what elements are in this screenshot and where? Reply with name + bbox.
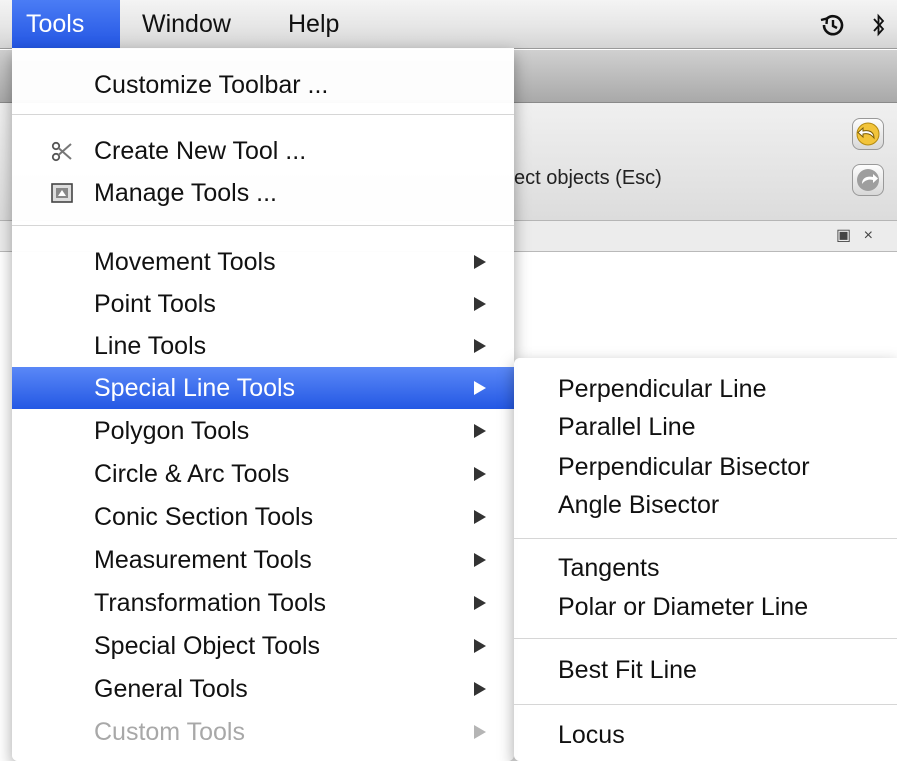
undo-button[interactable] [852,118,884,150]
submenu-item-label: Polar or Diameter Line [558,593,809,621]
menu-item-label: Movement Tools [94,248,276,276]
menu-item-measurement-tools[interactable]: Measurement Tools [12,539,514,581]
submenu-item-label: Tangents [558,554,660,582]
manage-tools-icon [51,183,73,203]
menu-item-label: Custom Tools [94,718,245,746]
menu-separator [514,638,897,639]
create-new-tool-item[interactable]: Create New Tool ... [12,130,514,172]
create-new-tool-label: Create New Tool ... [94,137,307,165]
submenu-item-best-fit-line[interactable]: Best Fit Line [514,649,897,691]
submenu-arrow-icon [474,255,486,269]
tools-menu: Customize Toolbar ... Create New Tool ..… [12,48,514,761]
scissors-wrench-icon [51,141,72,162]
menubar-window[interactable]: Window [142,0,231,48]
redo-button[interactable] [852,164,884,196]
menu-separator [514,538,897,539]
menubar-tools[interactable]: Tools [12,0,120,48]
submenu-item-parallel-line[interactable]: Parallel Line [514,406,897,448]
submenu-arrow-icon [474,682,486,696]
manage-tools-label: Manage Tools ... [94,179,277,207]
submenu-item-label: Angle Bisector [558,491,720,519]
menu-item-label: Special Line Tools [94,374,296,402]
submenu-item-label: Best Fit Line [558,656,697,684]
submenu-item-perpendicular-line[interactable]: Perpendicular Line [514,368,897,410]
time-machine-icon[interactable] [818,11,846,39]
menu-item-label: Polygon Tools [94,417,250,445]
submenu-item-angle-bisector[interactable]: Angle Bisector [514,484,897,526]
redo-icon [857,169,879,191]
submenu-arrow-icon [474,725,486,739]
menu-item-label: Measurement Tools [94,546,312,574]
customize-toolbar-label: Customize Toolbar ... [94,71,329,99]
submenu-item-perpendicular-bisector[interactable]: Perpendicular Bisector [514,446,897,488]
special-line-tools-submenu: Perpendicular Line Parallel Line Perpend… [514,358,897,761]
submenu-arrow-icon [474,596,486,610]
menu-item-transformation-tools[interactable]: Transformation Tools [12,582,514,624]
submenu-item-polar-diameter-line[interactable]: Polar or Diameter Line [514,586,897,628]
panel-controls: ▣ × [836,221,873,251]
submenu-item-locus[interactable]: Locus [514,714,897,756]
menu-item-label: Line Tools [94,332,207,360]
submenu-item-label: Locus [558,721,625,749]
menu-item-label: General Tools [94,675,248,703]
tool-description: ect objects (Esc) [514,167,662,189]
customize-toolbar-item[interactable]: Customize Toolbar ... [12,64,514,106]
restore-panel-icon[interactable]: ▣ [836,227,851,244]
close-panel-icon[interactable]: × [864,227,873,244]
menubar-help[interactable]: Help [288,0,339,48]
submenu-arrow-icon [474,467,486,481]
menu-separator [12,114,514,115]
submenu-item-label: Perpendicular Bisector [558,453,810,481]
menu-item-circle-arc-tools[interactable]: Circle & Arc Tools [12,453,514,495]
submenu-item-tangents[interactable]: Tangents [514,547,897,589]
submenu-arrow-icon [474,510,486,524]
menu-item-polygon-tools[interactable]: Polygon Tools [12,410,514,452]
menu-item-label: Transformation Tools [94,589,327,617]
submenu-arrow-icon [474,639,486,653]
menu-item-special-object-tools[interactable]: Special Object Tools [12,625,514,667]
menu-item-label: Special Object Tools [94,632,321,660]
menu-separator [12,225,514,226]
menu-item-general-tools[interactable]: General Tools [12,668,514,710]
menu-item-label: Circle & Arc Tools [94,460,290,488]
menu-item-special-line-tools[interactable]: Special Line Tools [12,367,514,409]
submenu-item-label: Perpendicular Line [558,375,767,403]
menu-separator [514,704,897,705]
menu-item-movement-tools[interactable]: Movement Tools [12,241,514,283]
submenu-arrow-icon [474,381,486,395]
menu-item-custom-tools: Custom Tools [12,711,514,753]
menu-item-conic-section-tools[interactable]: Conic Section Tools [12,496,514,538]
submenu-arrow-icon [474,553,486,567]
menu-item-label: Conic Section Tools [94,503,314,531]
submenu-arrow-icon [474,297,486,311]
menu-item-line-tools[interactable]: Line Tools [12,325,514,367]
menu-item-label: Point Tools [94,290,216,318]
menubar: Tools Window Help [0,0,897,49]
menu-item-point-tools[interactable]: Point Tools [12,283,514,325]
submenu-arrow-icon [474,339,486,353]
undo-icon [856,122,880,146]
submenu-item-label: Parallel Line [558,413,696,441]
bluetooth-icon[interactable] [870,11,888,39]
submenu-arrow-icon [474,424,486,438]
manage-tools-item[interactable]: Manage Tools ... [12,172,514,214]
